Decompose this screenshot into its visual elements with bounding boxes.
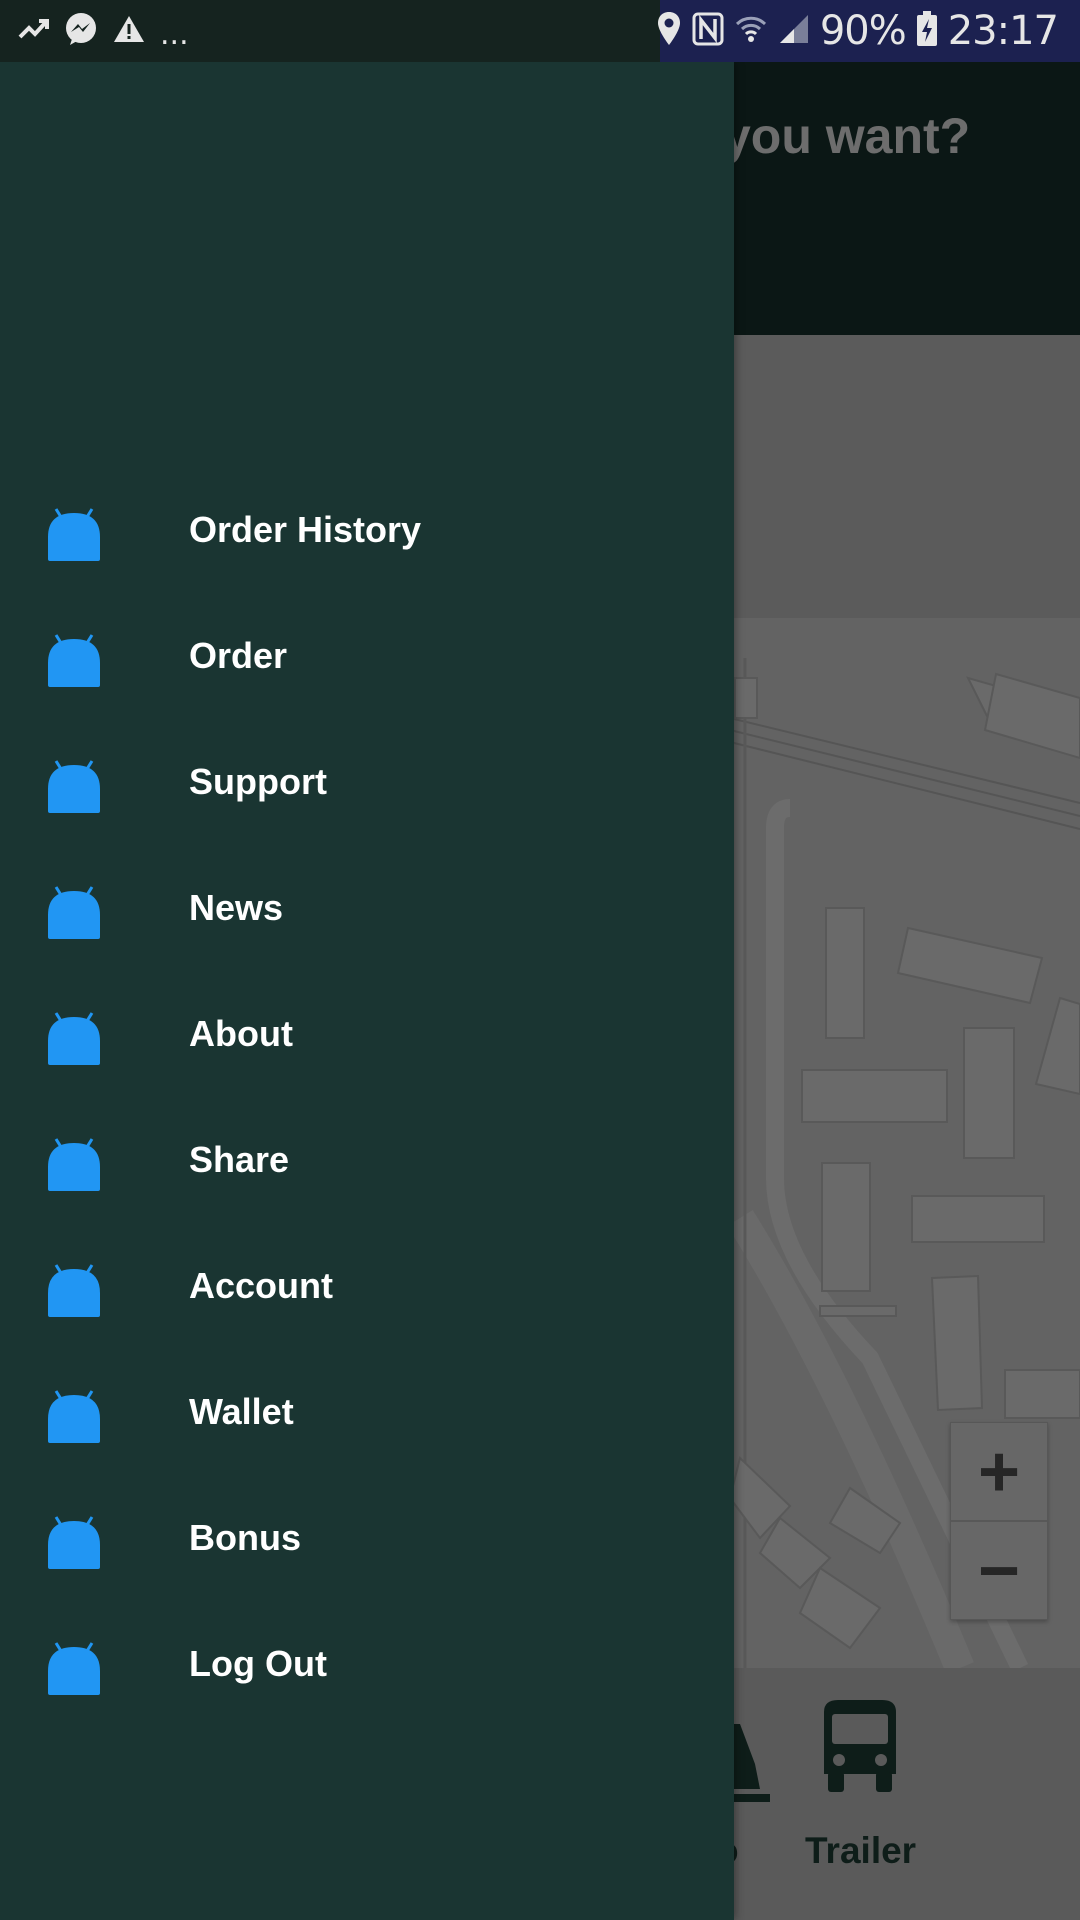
location-pin-icon bbox=[656, 11, 682, 51]
android-icon bbox=[48, 1138, 100, 1191]
drawer-item-log-out[interactable]: Log Out bbox=[0, 1605, 734, 1731]
battery-charging-icon bbox=[916, 11, 938, 51]
warning-icon bbox=[112, 14, 146, 48]
android-icon bbox=[48, 1264, 100, 1317]
drawer-item-label: Wallet bbox=[189, 1391, 294, 1432]
drawer-item-account[interactable]: Account bbox=[0, 1227, 734, 1353]
battery-percent: 90% bbox=[819, 8, 907, 54]
navigation-drawer: Order History Order Support News About S… bbox=[0, 62, 734, 1920]
zoom-out-button[interactable]: − bbox=[951, 1520, 1047, 1619]
drawer-item-label: Order bbox=[189, 635, 288, 676]
drawer-item-about[interactable]: About bbox=[0, 975, 734, 1101]
status-bar-system-icons: 90% 23:17 bbox=[656, 0, 1059, 62]
nfc-icon bbox=[692, 12, 724, 50]
more-notifications-indicator: ... bbox=[160, 16, 189, 52]
android-icon bbox=[48, 508, 100, 561]
status-bar: ... 90% 23:17 bbox=[0, 0, 1080, 62]
drawer-item-label: Account bbox=[189, 1265, 333, 1306]
map-zoom-controls: + − bbox=[950, 1422, 1048, 1620]
drawer-item-label: Share bbox=[189, 1139, 290, 1180]
drawer-item-support[interactable]: Support bbox=[0, 723, 734, 849]
clock: 23:17 bbox=[947, 8, 1059, 54]
drawer-item-label: About bbox=[189, 1013, 293, 1054]
drawer-item-news[interactable]: News bbox=[0, 849, 734, 975]
drawer-item-order-history[interactable]: Order History bbox=[0, 471, 734, 597]
wifi-icon bbox=[734, 12, 768, 50]
android-icon bbox=[48, 1390, 100, 1443]
drawer-item-order[interactable]: Order bbox=[0, 597, 734, 723]
trending-up-icon bbox=[18, 16, 50, 46]
android-icon bbox=[48, 886, 100, 939]
drawer-item-bonus[interactable]: Bonus bbox=[0, 1479, 734, 1605]
android-icon bbox=[48, 1012, 100, 1065]
zoom-in-button[interactable]: + bbox=[951, 1423, 1047, 1520]
signal-icon bbox=[778, 13, 810, 49]
drawer-menu: Order History Order Support News About S… bbox=[0, 471, 734, 1731]
drawer-item-share[interactable]: Share bbox=[0, 1101, 734, 1227]
drawer-item-label: Log Out bbox=[189, 1643, 327, 1684]
drawer-item-label: Support bbox=[189, 761, 327, 802]
messenger-icon bbox=[64, 12, 98, 50]
android-icon bbox=[48, 634, 100, 687]
android-icon bbox=[48, 1516, 100, 1569]
drawer-item-wallet[interactable]: Wallet bbox=[0, 1353, 734, 1479]
android-icon bbox=[48, 1642, 100, 1695]
bus-icon[interactable] bbox=[818, 1698, 902, 1799]
drawer-item-label: News bbox=[189, 887, 284, 928]
vehicle-tab-label-trailer[interactable]: Trailer bbox=[805, 1830, 916, 1872]
drawer-item-label: Order History bbox=[189, 509, 422, 550]
android-icon bbox=[48, 760, 100, 813]
drawer-item-label: Bonus bbox=[189, 1517, 301, 1558]
status-bar-notifications: ... bbox=[18, 10, 189, 52]
